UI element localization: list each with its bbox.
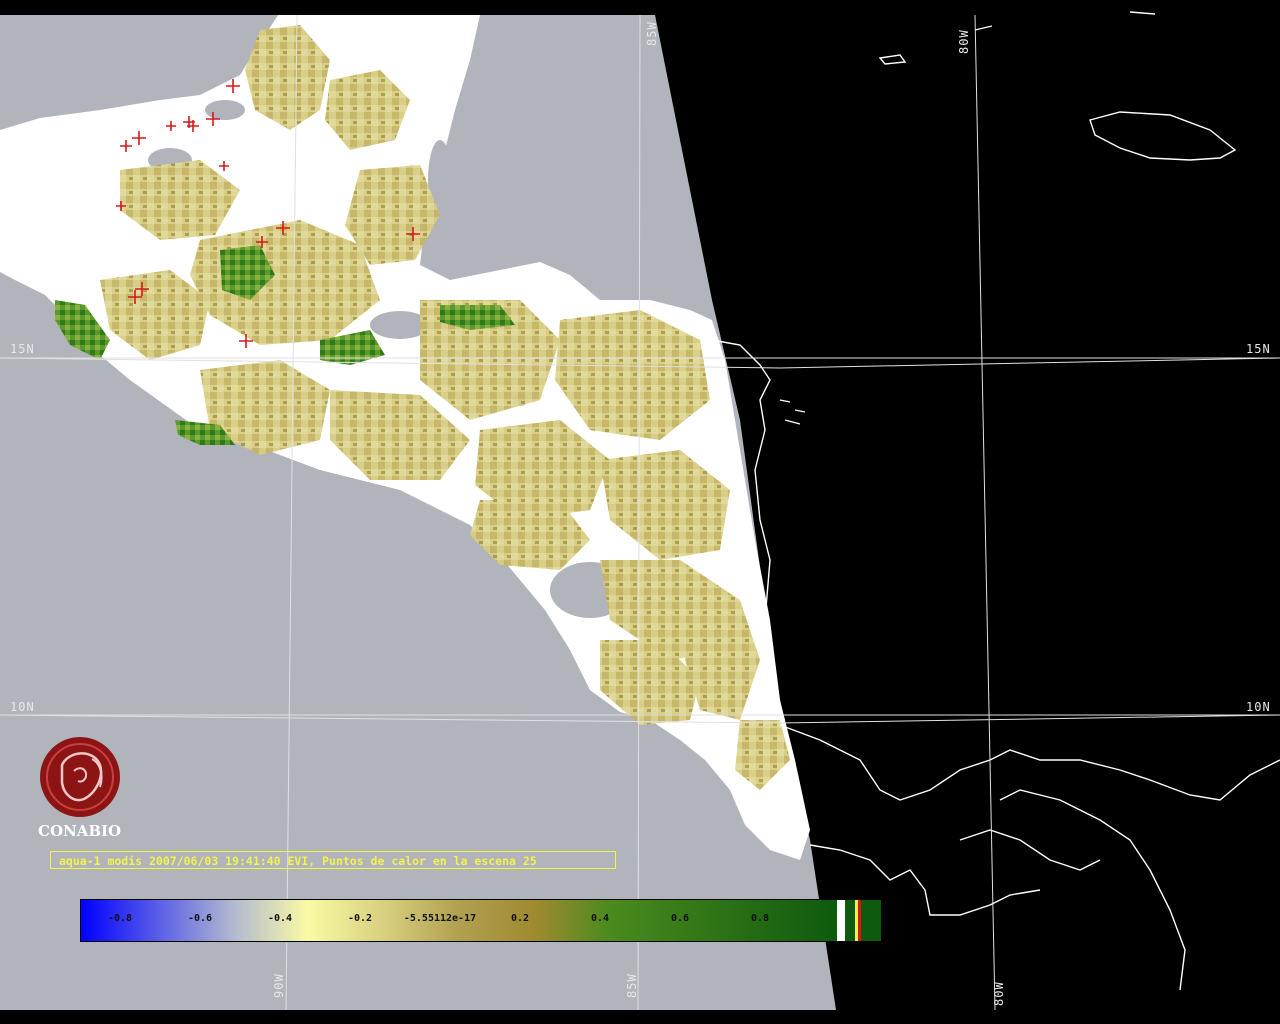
- colorbar-tick-label: -0.2: [347, 913, 373, 924]
- organization-name: CONABIO: [38, 822, 122, 840]
- colorbar-tick-label: 0.2: [510, 913, 530, 924]
- lat-label-10n-right: 10N: [1246, 700, 1271, 714]
- scene-caption: aqua-1 modis 2007/06/03 19:41:40 EVI, Pu…: [50, 851, 616, 869]
- lon-label-85w-bottom: 85W: [625, 973, 639, 998]
- colorbar-cloud-swatch: [837, 900, 845, 941]
- lat-label-15n-right: 15N: [1246, 342, 1271, 356]
- colorbar-tick-label: 0.4: [590, 913, 610, 924]
- lon-label-85w-top: 85W: [645, 21, 659, 46]
- colorbar-tick-label: 0.8: [750, 913, 770, 924]
- lon-label-80w-bottom: 80W: [992, 981, 1006, 1006]
- colorbar-tick-label: -0.4: [267, 913, 293, 924]
- lon-label-80w-top: 80W: [957, 29, 971, 54]
- lon-label-90w-bottom: 90W: [272, 973, 286, 998]
- colorbar-end-swatch: [861, 900, 881, 941]
- map-canvas: [0, 0, 1280, 1024]
- lat-label-10n-left: 10N: [10, 700, 35, 714]
- lat-label-15n-left: 15N: [10, 342, 35, 356]
- satellite-map: 15N 15N 10N 10N 85W 80W 90W 85W 80W CONA…: [0, 0, 1280, 1024]
- colorbar-tick-label: 0.6: [670, 913, 690, 924]
- colorbar-tick-label: -0.6: [187, 913, 213, 924]
- colorbar-gap-swatch: [845, 900, 855, 941]
- colorbar-tick-label: -5.55112e-17: [403, 913, 477, 924]
- colorbar-tick-label: -0.8: [107, 913, 133, 924]
